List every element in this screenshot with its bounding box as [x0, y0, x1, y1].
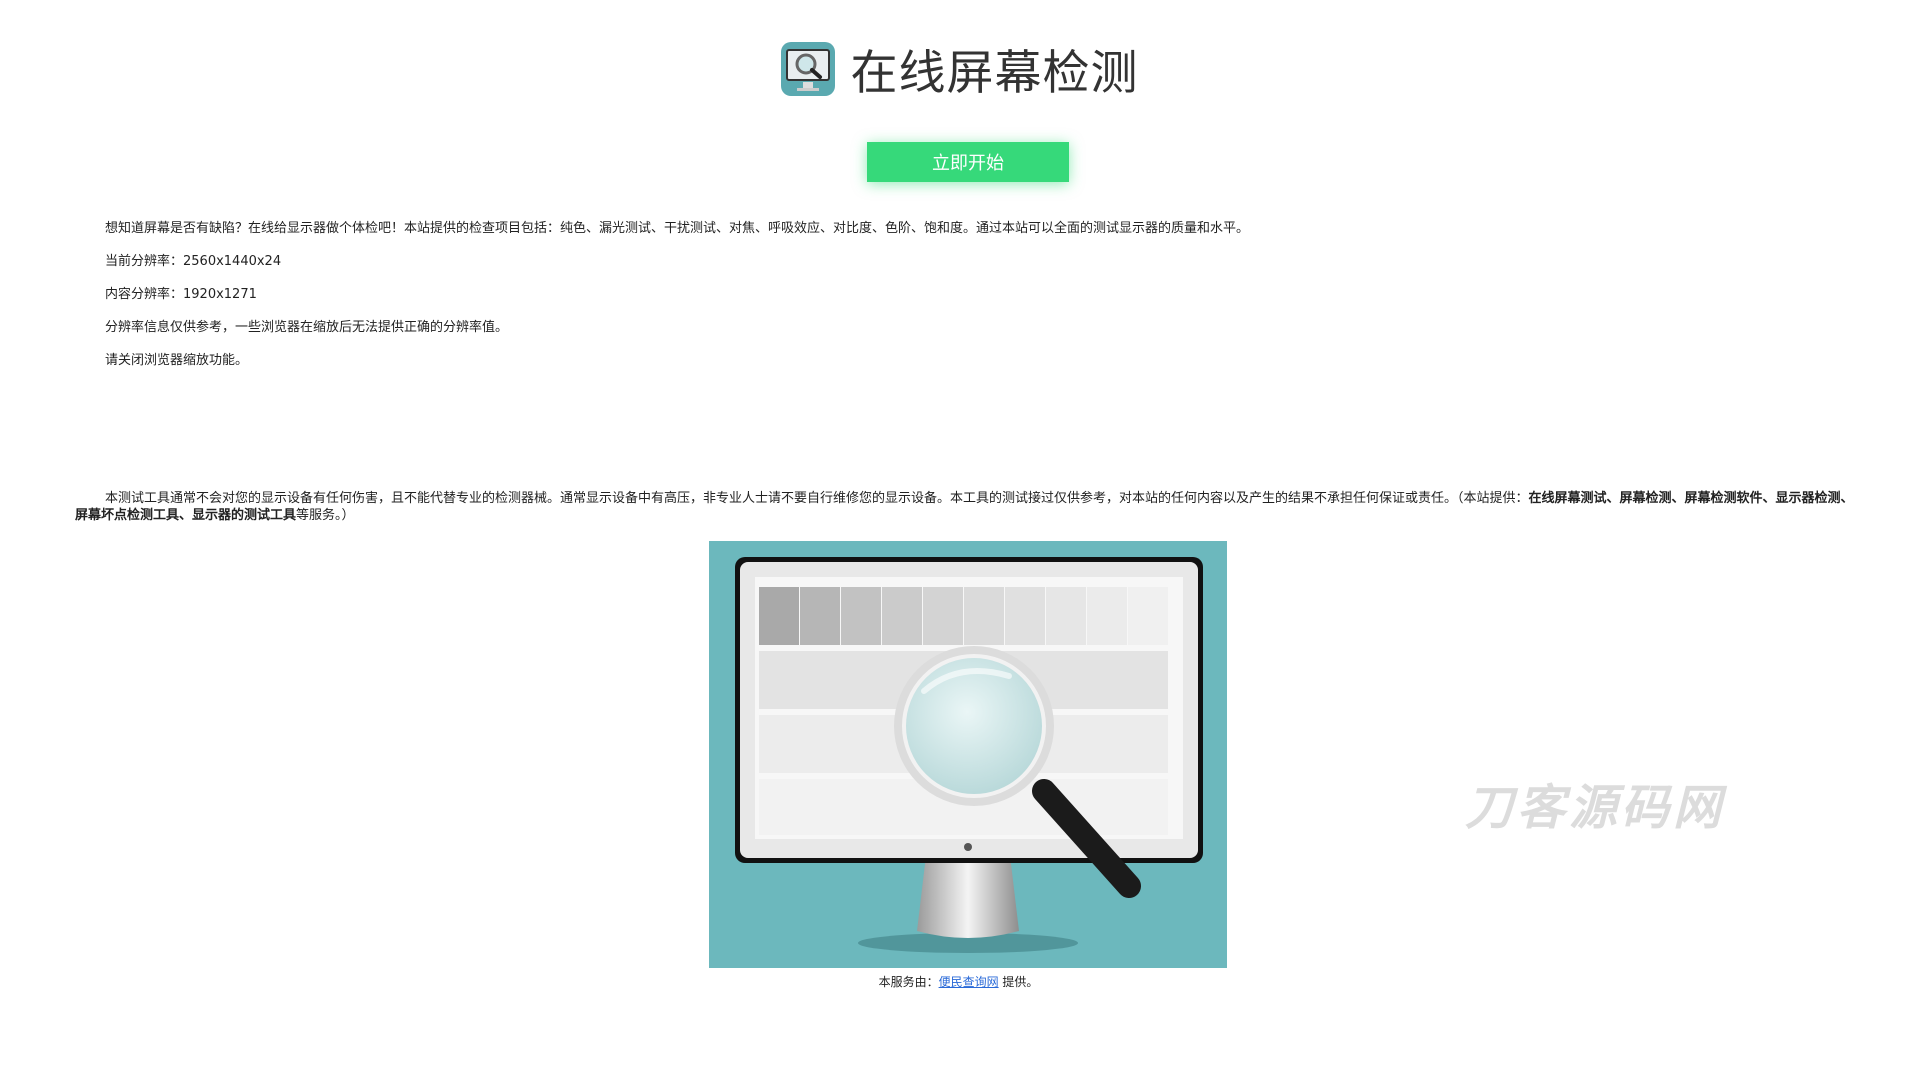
- hero-illustration: [709, 541, 1227, 968]
- credit-prefix: 本服务由：: [878, 975, 939, 989]
- monitor-magnifier-illustration: [735, 557, 1203, 953]
- monitor-magnifier-icon: [780, 41, 835, 96]
- credit-link[interactable]: 便民查询网: [939, 975, 999, 989]
- content-resolution: 内容分辨率：1920x1271: [105, 287, 257, 302]
- info-section: 想知道屏幕是否有缺陷？在线给显示器做个体检吧！本站提供的检查项目包括：纯色、漏光…: [105, 222, 1249, 387]
- credit-suffix: 提供。: [998, 975, 1039, 989]
- zoom-tip: 请关闭浏览器缩放功能。: [105, 353, 249, 368]
- disclaimer-text: 本测试工具通常不会对您的显示设备有任何伤害，且不能代替专业的检测器械。通常显示设…: [105, 491, 1529, 506]
- current-resolution: 当前分辨率：2560x1440x24: [105, 254, 282, 269]
- disclaimer-suffix: 等服务。）: [296, 508, 355, 523]
- resolution-notice: 分辨率信息仅供参考，一些浏览器在缩放后无法提供正确的分辨率值。: [105, 320, 509, 335]
- watermark: 刀客源码网: [1465, 780, 1726, 836]
- intro-text: 想知道屏幕是否有缺陷？在线给显示器做个体检吧！本站提供的检查项目包括：纯色、漏光…: [105, 221, 1250, 236]
- start-button[interactable]: 立即开始: [867, 142, 1069, 182]
- page-title: 在线屏幕检测: [850, 46, 1139, 101]
- page-header: 在线屏幕检测: [0, 34, 1917, 103]
- credit-line: 本服务由：便民查询网 提供。: [0, 973, 1917, 990]
- disclaimer: 本测试工具通常不会对您的显示设备有任何伤害，且不能代替专业的检测器械。通常显示设…: [75, 490, 1865, 524]
